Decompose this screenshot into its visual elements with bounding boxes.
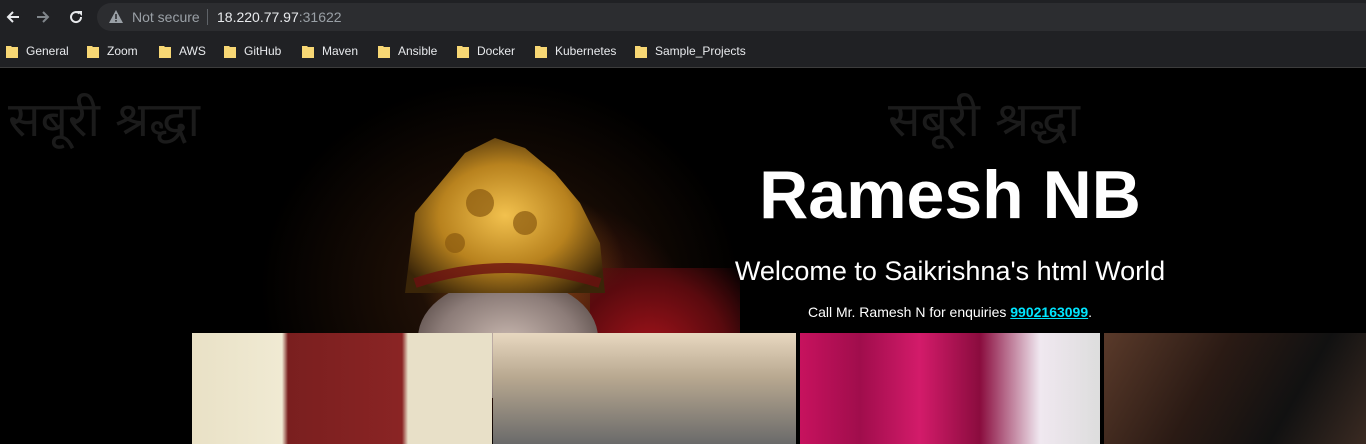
folder-icon xyxy=(159,45,171,58)
background-watermark-right: सबूरी श्रद्धा xyxy=(888,92,1080,148)
browser-toolbar: Not secure 18.220.77.97:31622 xyxy=(0,0,1366,35)
phone-link[interactable]: 9902163099 xyxy=(1010,304,1088,320)
bookmark-maven[interactable]: Maven xyxy=(302,41,358,61)
bookmark-kubernetes[interactable]: Kubernetes xyxy=(535,41,616,61)
bookmark-label: Ansible xyxy=(398,44,438,58)
folder-icon xyxy=(6,45,18,58)
gallery-photo-1 xyxy=(192,333,492,444)
contact-suffix: . xyxy=(1088,304,1093,320)
back-button[interactable] xyxy=(1,6,25,28)
forward-arrow-icon xyxy=(37,11,50,23)
folder-icon xyxy=(87,45,99,58)
bookmark-github[interactable]: GitHub xyxy=(224,41,281,61)
folder-icon xyxy=(457,45,469,58)
folder-icon xyxy=(535,45,547,58)
page-content: सबूरी श्रद्धा सबूरी श्रद्धा Ramesh NB We… xyxy=(0,68,1366,444)
bookmark-label: Kubernetes xyxy=(555,44,617,58)
folder-icon xyxy=(224,45,236,58)
bookmark-aws[interactable]: AWS xyxy=(159,41,206,61)
back-arrow-icon xyxy=(6,11,19,23)
address-bar[interactable]: Not secure 18.220.77.97:31622 xyxy=(97,3,1366,31)
contact-text: Call Mr. Ramesh N for enquiries xyxy=(807,304,1011,320)
bookmark-label: General xyxy=(26,44,69,58)
crown-image xyxy=(405,138,605,293)
bookmark-zoom[interactable]: Zoom xyxy=(87,41,138,61)
bookmarks-bar: General Zoom AWS GitHub Maven Ansible Do… xyxy=(0,35,1366,68)
address-separator xyxy=(207,9,208,25)
warning-icon xyxy=(109,10,123,23)
bookmark-label: Sample_Projects xyxy=(655,44,746,58)
photo-gallery xyxy=(192,333,1366,444)
url-text[interactable]: 18.220.77.97:31622 xyxy=(217,9,342,25)
bookmark-label: Docker xyxy=(477,44,516,58)
page-title: Ramesh NB xyxy=(759,157,1141,233)
bookmark-label: GitHub xyxy=(244,44,282,58)
contact-line: Call Mr. Ramesh N for enquiries 99021630… xyxy=(640,304,1260,320)
bookmark-label: Zoom xyxy=(107,44,138,58)
folder-icon xyxy=(302,45,314,58)
gallery-photo-3 xyxy=(800,333,1100,444)
bookmark-ansible[interactable]: Ansible xyxy=(378,41,437,61)
bookmark-label: Maven xyxy=(322,44,359,58)
url-port: :31622 xyxy=(298,9,342,25)
gallery-photo-2 xyxy=(493,333,796,444)
url-host: 18.220.77.97 xyxy=(217,9,299,25)
bookmark-sample-projects[interactable]: Sample_Projects xyxy=(635,41,746,61)
bookmark-general[interactable]: General xyxy=(6,41,69,61)
page-subtitle: Welcome to Saikrishna's html World xyxy=(734,256,1166,286)
forward-button[interactable] xyxy=(31,6,55,28)
gallery-photo-4 xyxy=(1104,333,1366,444)
reload-button[interactable] xyxy=(64,6,88,28)
bookmark-label: AWS xyxy=(179,44,206,58)
folder-icon xyxy=(378,45,390,58)
bookmark-docker[interactable]: Docker xyxy=(457,41,515,61)
not-secure-label[interactable]: Not secure xyxy=(132,9,200,25)
reload-icon xyxy=(70,11,83,24)
folder-icon xyxy=(635,45,647,58)
background-watermark-left: सबूरी श्रद्धा xyxy=(8,92,200,148)
